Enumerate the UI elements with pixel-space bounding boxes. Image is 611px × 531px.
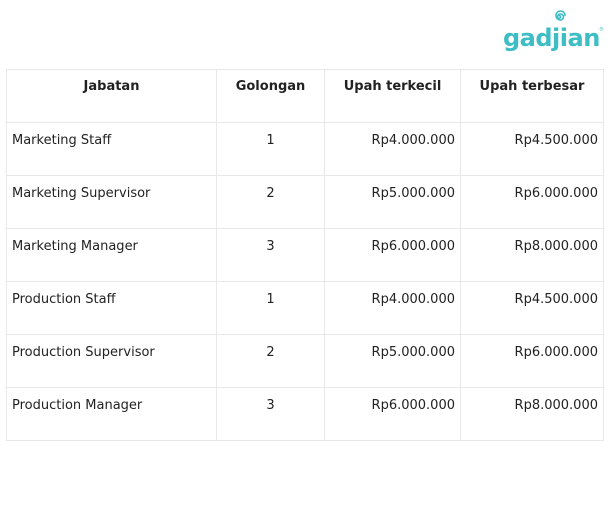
table-row: Marketing Supervisor 2 Rp5.000.000 Rp6.0… xyxy=(6,175,604,229)
table-row: Marketing Staff 1 Rp4.000.000 Rp4.500.00… xyxy=(6,122,604,176)
logo-text: gadjian xyxy=(503,24,600,52)
header-upah-terkecil: Upah terkecil xyxy=(324,69,461,123)
table-row: Production Staff 1 Rp4.000.000 Rp4.500.0… xyxy=(6,281,604,335)
table-header-row: Jabatan Golongan Upah terkecil Upah terb… xyxy=(6,69,604,123)
header-golongan: Golongan xyxy=(216,69,325,123)
cell-jabatan: Marketing Staff xyxy=(6,122,217,176)
cell-upah-terbesar: Rp8.000.000 xyxy=(460,228,604,282)
cell-golongan: 3 xyxy=(216,228,325,282)
cell-upah-terbesar: Rp4.500.000 xyxy=(460,281,604,335)
cell-upah-terbesar: Rp6.000.000 xyxy=(460,175,604,229)
registered-icon: ® xyxy=(599,27,604,33)
cell-jabatan: Production Staff xyxy=(6,281,217,335)
table-row: Marketing Manager 3 Rp6.000.000 Rp8.000.… xyxy=(6,228,604,282)
cell-jabatan: Production Manager xyxy=(6,387,217,441)
cell-golongan: 3 xyxy=(216,387,325,441)
cell-jabatan: Marketing Supervisor xyxy=(6,175,217,229)
table-row: Production Supervisor 2 Rp5.000.000 Rp6.… xyxy=(6,334,604,388)
cell-upah-terbesar: Rp4.500.000 xyxy=(460,122,604,176)
salary-table: Jabatan Golongan Upah terkecil Upah terb… xyxy=(6,69,604,441)
cell-golongan: 1 xyxy=(216,281,325,335)
cell-jabatan: Production Supervisor xyxy=(6,334,217,388)
cell-golongan: 1 xyxy=(216,122,325,176)
cell-upah-terkecil: Rp5.000.000 xyxy=(324,175,461,229)
header-jabatan: Jabatan xyxy=(6,69,217,123)
cell-jabatan: Marketing Manager xyxy=(6,228,217,282)
cell-upah-terbesar: Rp6.000.000 xyxy=(460,334,604,388)
cell-upah-terkecil: Rp4.000.000 xyxy=(324,122,461,176)
cell-upah-terbesar: Rp8.000.000 xyxy=(460,387,604,441)
cell-upah-terkecil: Rp5.000.000 xyxy=(324,334,461,388)
cell-upah-terkecil: Rp6.000.000 xyxy=(324,228,461,282)
table-row: Production Manager 3 Rp6.000.000 Rp8.000… xyxy=(6,387,604,441)
cell-golongan: 2 xyxy=(216,334,325,388)
cell-golongan: 2 xyxy=(216,175,325,229)
cell-upah-terkecil: Rp4.000.000 xyxy=(324,281,461,335)
header-upah-terbesar: Upah terbesar xyxy=(460,69,604,123)
swirl-icon xyxy=(555,10,566,21)
cell-upah-terkecil: Rp6.000.000 xyxy=(324,387,461,441)
gadjian-logo: gadjian ® xyxy=(503,10,604,52)
